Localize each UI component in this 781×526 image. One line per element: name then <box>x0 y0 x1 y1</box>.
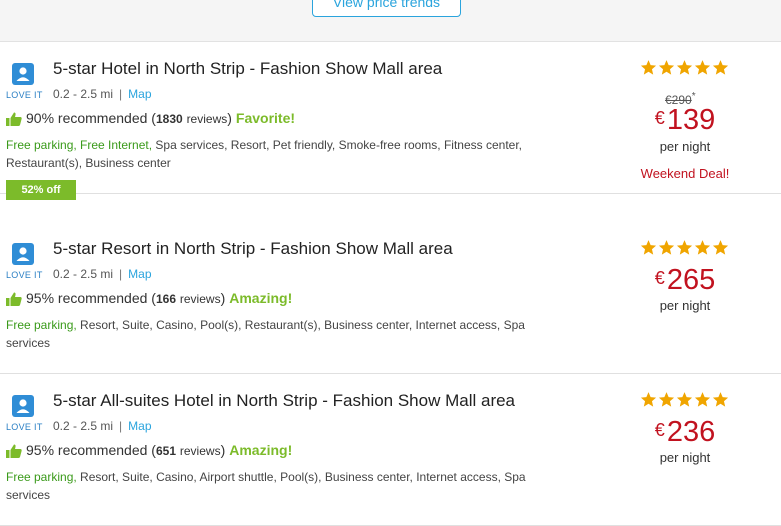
amenities-highlight: Free parking, Free Internet, <box>6 138 153 152</box>
hotel-title[interactable]: 5-star All-suites Hotel in North Strip -… <box>53 391 515 411</box>
star-icon <box>658 60 675 75</box>
star-icon <box>640 60 657 75</box>
user-icon <box>12 395 34 417</box>
recommendation-row: 95% recommended (651 reviews) Amazing! <box>26 442 293 458</box>
star-icon <box>712 240 729 255</box>
price-amount: 236 <box>666 416 716 448</box>
top-bar: View price trends <box>0 0 781 42</box>
price: €139 <box>640 104 730 137</box>
reviews-label: reviews <box>179 444 221 458</box>
thumbs-up-icon <box>6 112 22 126</box>
discount-badge: 52% off <box>6 180 76 200</box>
divider: | <box>119 267 123 281</box>
distance-row: 0.2 - 2.5 mi | Map <box>53 267 152 281</box>
distance-text: 0.2 - 2.5 mi <box>53 87 114 101</box>
hotel-listing[interactable]: 5-star All-suites Hotel in North Strip -… <box>0 374 781 526</box>
per-night-label: per night <box>659 139 711 154</box>
recommend-percent: 95% recommended <box>26 442 148 458</box>
recommend-percent: 90% recommended <box>26 110 148 126</box>
price-amount: 265 <box>666 264 716 296</box>
map-link[interactable]: Map <box>128 419 151 433</box>
hotel-title[interactable]: 5-star Resort in North Strip - Fashion S… <box>53 239 453 259</box>
distance-text: 0.2 - 2.5 mi <box>53 419 114 433</box>
love-it-label: LOVE IT <box>6 270 43 280</box>
price: €236 <box>640 416 730 449</box>
price-footnote-mark: * <box>691 91 696 102</box>
star-icon <box>640 392 657 407</box>
star-icon <box>640 240 657 255</box>
star-icon <box>676 240 693 255</box>
praise-label: Favorite! <box>235 110 296 126</box>
view-price-trends-button[interactable]: View price trends <box>312 0 461 17</box>
weekend-deal-label: Weekend Deal! <box>640 166 730 181</box>
per-night-label: per night <box>659 450 711 465</box>
hotel-listing[interactable]: 5-star Hotel in North Strip - Fashion Sh… <box>0 42 781 200</box>
amenities-highlight: Free parking, <box>6 318 77 332</box>
map-link[interactable]: Map <box>128 267 151 281</box>
currency-symbol: € <box>654 420 665 440</box>
divider: | <box>119 87 123 101</box>
amenities: Free parking, Free Internet, Spa service… <box>6 136 566 172</box>
price-amount: 139 <box>666 104 716 136</box>
love-it-label: LOVE IT <box>6 90 43 100</box>
star-rating <box>640 391 730 411</box>
star-icon <box>712 392 729 407</box>
map-link[interactable]: Map <box>128 87 151 101</box>
star-icon <box>694 60 711 75</box>
star-icon <box>694 392 711 407</box>
reviews-label: reviews <box>179 292 221 306</box>
divider: | <box>119 419 123 433</box>
star-icon <box>658 392 675 407</box>
user-icon <box>12 63 34 85</box>
praise-label: Amazing! <box>229 290 293 306</box>
currency-symbol: € <box>654 108 665 128</box>
amenities-highlight: Free parking, <box>6 470 77 484</box>
amenities: Free parking, Resort, Suite, Casino, Poo… <box>6 316 526 352</box>
amenities-list: Resort, Suite, Casino, Pool(s), Restaura… <box>6 318 525 350</box>
star-rating <box>640 239 730 259</box>
hotel-listing[interactable]: 5-star Resort in North Strip - Fashion S… <box>0 222 781 374</box>
reviews-label: reviews <box>186 112 228 126</box>
recommendation-row: 95% recommended (166 reviews) Amazing! <box>26 290 293 306</box>
amenities-list: Resort, Suite, Casino, Airport shuttle, … <box>6 470 526 502</box>
hotel-title[interactable]: 5-star Hotel in North Strip - Fashion Sh… <box>53 59 442 79</box>
star-icon <box>658 240 675 255</box>
distance-text: 0.2 - 2.5 mi <box>53 267 114 281</box>
recommend-percent: 95% recommended <box>26 290 148 306</box>
user-icon <box>12 243 34 265</box>
reviews-count: 1830 <box>155 112 183 126</box>
reviews-count: 651 <box>155 444 176 458</box>
distance-row: 0.2 - 2.5 mi | Map <box>53 87 152 101</box>
recommendation-row: 90% recommended (1830 reviews) Favorite! <box>26 110 296 126</box>
love-it-label: LOVE IT <box>6 422 43 432</box>
thumbs-up-icon <box>6 444 22 458</box>
amenities: Free parking, Resort, Suite, Casino, Air… <box>6 468 536 504</box>
per-night-label: per night <box>659 298 711 313</box>
price: €265 <box>640 264 730 297</box>
currency-symbol: € <box>654 268 665 288</box>
star-icon <box>694 240 711 255</box>
reviews-count: 166 <box>155 292 176 306</box>
distance-row: 0.2 - 2.5 mi | Map <box>53 419 152 433</box>
star-icon <box>676 60 693 75</box>
star-icon <box>676 392 693 407</box>
praise-label: Amazing! <box>229 442 293 458</box>
thumbs-up-icon <box>6 292 22 306</box>
star-icon <box>712 60 729 75</box>
star-rating <box>640 59 730 79</box>
